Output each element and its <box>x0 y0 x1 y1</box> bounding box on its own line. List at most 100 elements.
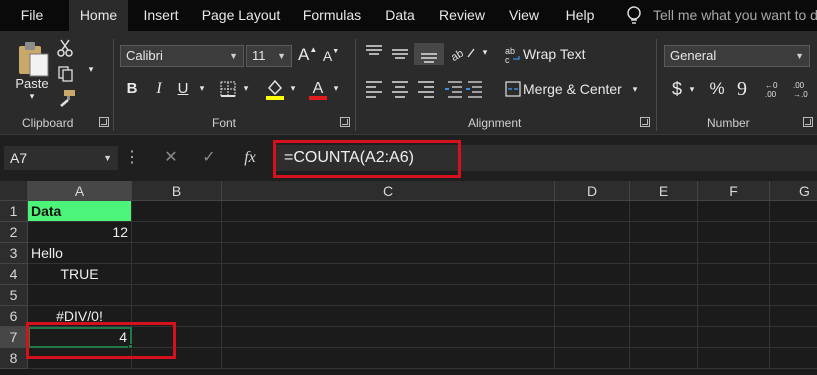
comma-style-button[interactable]: 9 <box>736 78 748 101</box>
tab-insert[interactable]: Insert <box>135 0 187 31</box>
tab-review[interactable]: Review <box>433 0 491 31</box>
empty-cell[interactable] <box>555 306 630 327</box>
empty-cell[interactable] <box>630 201 698 222</box>
tab-file[interactable]: File <box>12 0 52 31</box>
empty-cell[interactable] <box>630 348 698 369</box>
name-box[interactable]: A7 ▼ <box>4 146 118 170</box>
cell-a2[interactable]: 12 <box>28 222 132 243</box>
empty-cell[interactable] <box>222 327 555 348</box>
empty-cell[interactable] <box>222 222 555 243</box>
clipboard-launcher[interactable] <box>99 117 109 127</box>
copy-icon[interactable] <box>58 66 74 82</box>
more-options-icon[interactable]: ⋮ <box>124 146 140 170</box>
row-header-4[interactable]: 4 <box>0 264 28 285</box>
row-header-2[interactable]: 2 <box>0 222 28 243</box>
empty-cell[interactable] <box>222 264 555 285</box>
currency-button[interactable]: $ <box>670 79 684 100</box>
empty-cell[interactable] <box>698 222 770 243</box>
borders-icon[interactable] <box>220 81 236 97</box>
empty-cell[interactable] <box>630 306 698 327</box>
empty-cell[interactable] <box>770 285 817 306</box>
empty-cell[interactable] <box>132 222 222 243</box>
empty-cell[interactable] <box>222 348 555 369</box>
currency-dropdown-icon[interactable]: ▾ <box>686 84 698 95</box>
wrap-text-icon[interactable]: ab c <box>505 45 521 63</box>
empty-cell[interactable] <box>698 243 770 264</box>
increase-decimal-icon[interactable]: ←0 .00 <box>764 79 784 99</box>
tab-formulas[interactable]: Formulas <box>297 0 367 31</box>
empty-cell[interactable] <box>698 306 770 327</box>
worksheet-grid[interactable]: A B C D E F G 1 2 3 4 5 6 7 8 Data 12 He… <box>0 181 817 375</box>
merge-center-icon[interactable] <box>505 81 521 97</box>
copy-dropdown-icon[interactable]: ▾ <box>84 64 98 75</box>
empty-cell[interactable] <box>555 327 630 348</box>
empty-cell[interactable] <box>770 243 817 264</box>
fill-color-dropdown-icon[interactable]: ▾ <box>287 83 299 94</box>
tab-help[interactable]: Help <box>559 0 601 31</box>
empty-cell[interactable] <box>222 306 555 327</box>
empty-cell[interactable] <box>698 285 770 306</box>
empty-cell[interactable] <box>222 285 555 306</box>
font-launcher[interactable] <box>340 117 350 127</box>
borders-dropdown-icon[interactable]: ▾ <box>240 83 252 94</box>
cell-a3[interactable]: Hello <box>28 243 132 264</box>
tab-home[interactable]: Home <box>69 0 128 31</box>
empty-cell[interactable] <box>630 285 698 306</box>
empty-cell[interactable] <box>132 243 222 264</box>
empty-cell[interactable] <box>132 264 222 285</box>
empty-cell[interactable] <box>630 264 698 285</box>
empty-cell[interactable] <box>222 201 555 222</box>
shrink-font-button[interactable]: A▼ <box>322 48 340 64</box>
column-header-f[interactable]: F <box>698 181 770 201</box>
cell-a1[interactable]: Data <box>28 201 132 222</box>
tab-view[interactable]: View <box>502 0 546 31</box>
empty-cell[interactable] <box>132 201 222 222</box>
italic-button[interactable]: I <box>150 80 168 98</box>
merge-dropdown-icon[interactable]: ▾ <box>629 84 641 95</box>
alignment-launcher[interactable] <box>640 117 650 127</box>
font-size-dropdown[interactable]: 11 ▼ <box>246 45 292 67</box>
column-header-a[interactable]: A <box>28 181 132 201</box>
number-format-dropdown[interactable]: General ▼ <box>664 45 810 67</box>
empty-cell[interactable] <box>770 264 817 285</box>
tab-page-layout[interactable]: Page Layout <box>198 0 284 31</box>
underline-button[interactable]: U <box>174 80 192 97</box>
empty-cell[interactable] <box>770 306 817 327</box>
empty-cell[interactable] <box>770 327 817 348</box>
empty-cell[interactable] <box>698 264 770 285</box>
grow-font-button[interactable]: A▲ <box>298 45 317 65</box>
select-all-corner[interactable] <box>0 181 28 201</box>
empty-cell[interactable] <box>698 201 770 222</box>
underline-dropdown-icon[interactable]: ▾ <box>196 83 208 94</box>
empty-cell[interactable] <box>630 243 698 264</box>
column-header-g[interactable]: G <box>770 181 817 201</box>
empty-cell[interactable] <box>555 348 630 369</box>
paste-icon[interactable] <box>16 40 50 78</box>
row-header-1[interactable]: 1 <box>0 201 28 222</box>
column-header-c[interactable]: C <box>222 181 555 201</box>
row-header-6[interactable]: 6 <box>0 306 28 327</box>
orientation-dropdown-icon[interactable]: ▾ <box>479 47 491 58</box>
empty-cell[interactable] <box>770 201 817 222</box>
enter-icon[interactable]: ✓ <box>198 146 220 170</box>
empty-cell[interactable] <box>555 201 630 222</box>
row-header-7[interactable]: 7 <box>0 327 28 348</box>
paste-dropdown-icon[interactable]: ▾ <box>24 91 40 102</box>
row-header-8[interactable]: 8 <box>0 348 28 369</box>
font-color-icon[interactable]: A <box>308 78 328 100</box>
cut-icon[interactable] <box>57 39 73 57</box>
vertical-align-icons[interactable] <box>364 43 446 65</box>
cell-a4[interactable]: TRUE <box>28 264 132 285</box>
empty-cell[interactable] <box>630 327 698 348</box>
empty-cell[interactable] <box>770 222 817 243</box>
cell-a5[interactable] <box>28 285 132 306</box>
format-painter-icon[interactable] <box>58 89 76 107</box>
column-header-d[interactable]: D <box>555 181 630 201</box>
insert-function-button[interactable]: fx <box>238 146 262 170</box>
row-header-5[interactable]: 5 <box>0 285 28 306</box>
column-header-e[interactable]: E <box>630 181 698 201</box>
tell-me-search[interactable]: Tell me what you want to do <box>653 0 817 30</box>
empty-cell[interactable] <box>222 243 555 264</box>
font-name-dropdown[interactable]: Calibri ▼ <box>120 45 244 67</box>
decrease-decimal-icon[interactable]: .00 →.0 <box>792 79 812 99</box>
